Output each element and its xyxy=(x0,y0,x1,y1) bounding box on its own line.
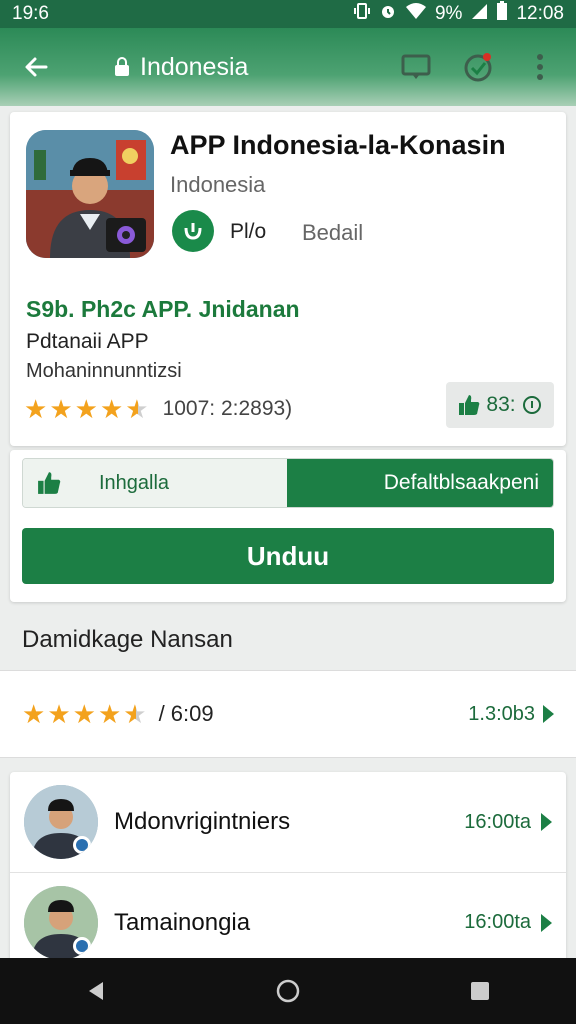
chevron-right-icon xyxy=(541,813,552,831)
signal-text: 9% xyxy=(434,3,463,24)
star-icon: ★ xyxy=(99,394,124,424)
star-half-icon: ★ xyxy=(125,394,149,424)
app-info-card: APP Indonesia-la-Konasin Indonesia Pl/o … xyxy=(10,112,566,446)
toggle-install-option[interactable]: Inhgalla xyxy=(23,459,287,507)
circle-home-icon xyxy=(276,979,300,1003)
promo-line-2: Mohaninnunntizsi xyxy=(26,360,182,382)
summary-link-text: 1.3:0b3 xyxy=(468,702,535,725)
status-time-right: 12:08 xyxy=(516,3,564,24)
rating-count: 1007: 2:2893) xyxy=(162,397,293,420)
star-icon: ★ xyxy=(24,394,48,424)
toggle-left-label: Inhgalla xyxy=(99,471,170,494)
app-developer[interactable]: Indonesia xyxy=(170,172,265,198)
reviewer-name: Mdonvrigintniers xyxy=(114,808,291,835)
rating-row: ★ ★ ★ ★ ★ 1007: 2:2893) xyxy=(24,396,292,422)
triangle-back-icon xyxy=(89,982,103,1000)
reviewer-link-text: 16:00ta xyxy=(464,911,531,933)
star-icon: ★ xyxy=(72,699,96,729)
star-rating: ★ ★ ★ ★ ★ xyxy=(24,396,149,422)
list-item[interactable]: Mdonvrigintniers 16:00ta xyxy=(10,772,566,872)
star-icon: ★ xyxy=(97,699,122,729)
back-button[interactable] xyxy=(18,49,54,85)
chevron-right-icon xyxy=(543,705,554,723)
download-button[interactable]: Unduu xyxy=(22,528,554,584)
more-vert-icon xyxy=(537,54,543,80)
like-chip[interactable]: 83: xyxy=(446,382,554,428)
lock-icon xyxy=(114,57,130,77)
actions-card: Inhgalla Defaltblsaakpeni Unduu xyxy=(10,450,566,602)
summary-link[interactable]: 1.3:0b3 xyxy=(468,703,554,726)
star-icon: ★ xyxy=(22,699,46,729)
promo-title: S9b. Ph2c APP. Jnidanan xyxy=(26,296,300,322)
like-count: 83: xyxy=(486,393,516,416)
app-bar-title: Indonesia xyxy=(140,52,249,81)
thumb-up-icon xyxy=(459,395,480,415)
info-icon xyxy=(522,396,541,414)
star-icon: ★ xyxy=(49,394,73,424)
wifi-icon xyxy=(405,2,427,26)
detail-link[interactable]: Bedail xyxy=(302,220,363,246)
status-time-left: 19:6 xyxy=(12,3,49,24)
list-item[interactable]: Tamainongia 16:00ta xyxy=(10,872,566,972)
account-check-icon xyxy=(464,53,492,82)
signal-icon xyxy=(470,2,488,26)
chevron-right-icon xyxy=(541,913,552,932)
alarm-icon xyxy=(379,2,397,26)
rating-summary-row[interactable]: ★ ★ ★ ★ ★ / 6:09 1.3:0b3 xyxy=(0,670,576,758)
nav-recents-button[interactable] xyxy=(458,969,502,1013)
cast-icon xyxy=(401,54,431,79)
vibrate-icon xyxy=(353,2,371,26)
verified-badge xyxy=(172,210,214,252)
toggle-right-label: Defaltblsaakpeni xyxy=(383,471,539,494)
star-half-icon: ★ xyxy=(123,699,147,729)
badge-label: Pl/o xyxy=(230,220,267,243)
more-menu-button[interactable] xyxy=(522,49,558,85)
reviewer-name: Tamainongia xyxy=(114,908,251,936)
avatar xyxy=(24,785,98,859)
avatar xyxy=(24,885,98,960)
summary-score: / 6:09 xyxy=(158,701,214,726)
app-title: APP Indonesia-la-Konasin xyxy=(170,130,506,160)
account-button[interactable] xyxy=(460,49,496,85)
system-nav-bar xyxy=(0,958,576,1024)
status-bar: 19:6 9% 12:08 xyxy=(0,0,576,28)
arrow-left-icon xyxy=(25,57,48,77)
reviewer-link[interactable]: 16:00ta xyxy=(464,911,552,934)
app-bar-actions xyxy=(398,49,558,85)
reviewer-link[interactable]: 16:00ta xyxy=(464,811,552,834)
reviews-section-header: Damidkage Nansan xyxy=(0,612,576,668)
reviewers-card: Mdonvrigintniers 16:00ta Tamainongia 16:… xyxy=(10,772,566,962)
reviewer-link-text: 16:00ta xyxy=(464,810,531,833)
status-icons: 9% 12:08 xyxy=(353,1,564,27)
toggle-default-option[interactable]: Defaltblsaakpeni xyxy=(287,459,553,507)
install-toggle: Inhgalla Defaltblsaakpeni xyxy=(22,458,554,508)
nav-home-button[interactable] xyxy=(266,969,310,1013)
star-icon: ★ xyxy=(74,394,98,424)
promo-line-1: Pdtanaii APP xyxy=(26,330,149,353)
nav-back-button[interactable] xyxy=(74,969,118,1013)
app-bar: Indonesia xyxy=(0,28,576,106)
square-recents-icon xyxy=(471,982,489,1000)
summary-star-rating: ★ ★ ★ ★ ★ xyxy=(22,701,147,727)
check-circle-icon xyxy=(184,223,202,240)
star-icon: ★ xyxy=(47,699,71,729)
battery-icon xyxy=(496,1,508,27)
app-icon[interactable] xyxy=(26,130,154,258)
cast-button[interactable] xyxy=(398,49,434,85)
thumb-up-icon xyxy=(38,472,61,494)
